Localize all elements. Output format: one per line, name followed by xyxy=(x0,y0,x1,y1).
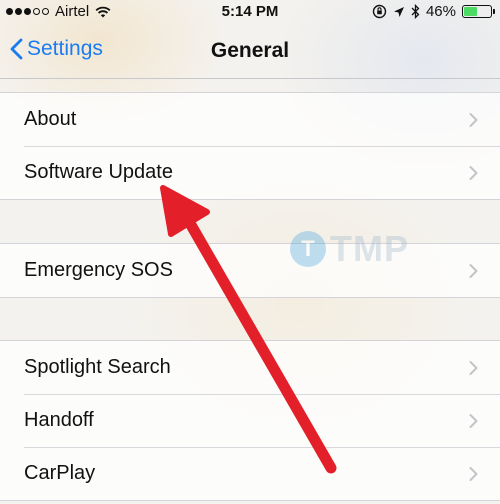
row-label: Handoff xyxy=(24,409,94,431)
row-label: Emergency SOS xyxy=(24,259,173,281)
page-title: General xyxy=(210,39,290,62)
row-label: Spotlight Search xyxy=(24,356,171,378)
battery-icon xyxy=(462,5,495,18)
row-label: Software Update xyxy=(24,161,173,183)
settings-group-3: Spotlight Search Handoff CarPlay xyxy=(0,340,500,501)
watermark-text: TMP xyxy=(330,228,409,269)
battery-fill xyxy=(464,7,477,16)
chevron-right-icon xyxy=(469,165,478,180)
location-icon xyxy=(393,6,404,17)
row-label: About xyxy=(24,108,77,130)
nav-bar: Settings General xyxy=(0,26,500,79)
chevron-right-icon xyxy=(469,112,478,127)
status-right: 46% xyxy=(372,3,495,20)
status-bar: Airtel 5:14 PM 46% xyxy=(0,0,500,26)
chevron-right-icon xyxy=(469,466,478,481)
row-label: CarPlay xyxy=(24,462,96,484)
settings-row-spotlight-search[interactable]: Spotlight Search xyxy=(0,341,500,394)
battery-percent: 46% xyxy=(425,3,456,20)
chevron-right-icon xyxy=(469,413,478,428)
bluetooth-icon xyxy=(411,4,420,19)
settings-row-carplay[interactable]: CarPlay xyxy=(0,447,500,500)
settings-row-software-update[interactable]: Software Update xyxy=(0,146,500,199)
settings-group-1: About Software Update xyxy=(0,92,500,200)
watermark-mark: T xyxy=(290,231,326,267)
settings-group-2: Emergency SOS xyxy=(0,243,500,298)
settings-row-about[interactable]: About xyxy=(0,93,500,146)
chevron-right-icon xyxy=(469,263,478,278)
watermark-logo: T TMP xyxy=(290,228,409,270)
chevron-right-icon xyxy=(469,360,478,375)
settings-row-handoff[interactable]: Handoff xyxy=(0,394,500,447)
orientation-lock-icon xyxy=(372,4,387,19)
settings-row-emergency-sos[interactable]: Emergency SOS xyxy=(0,244,500,297)
